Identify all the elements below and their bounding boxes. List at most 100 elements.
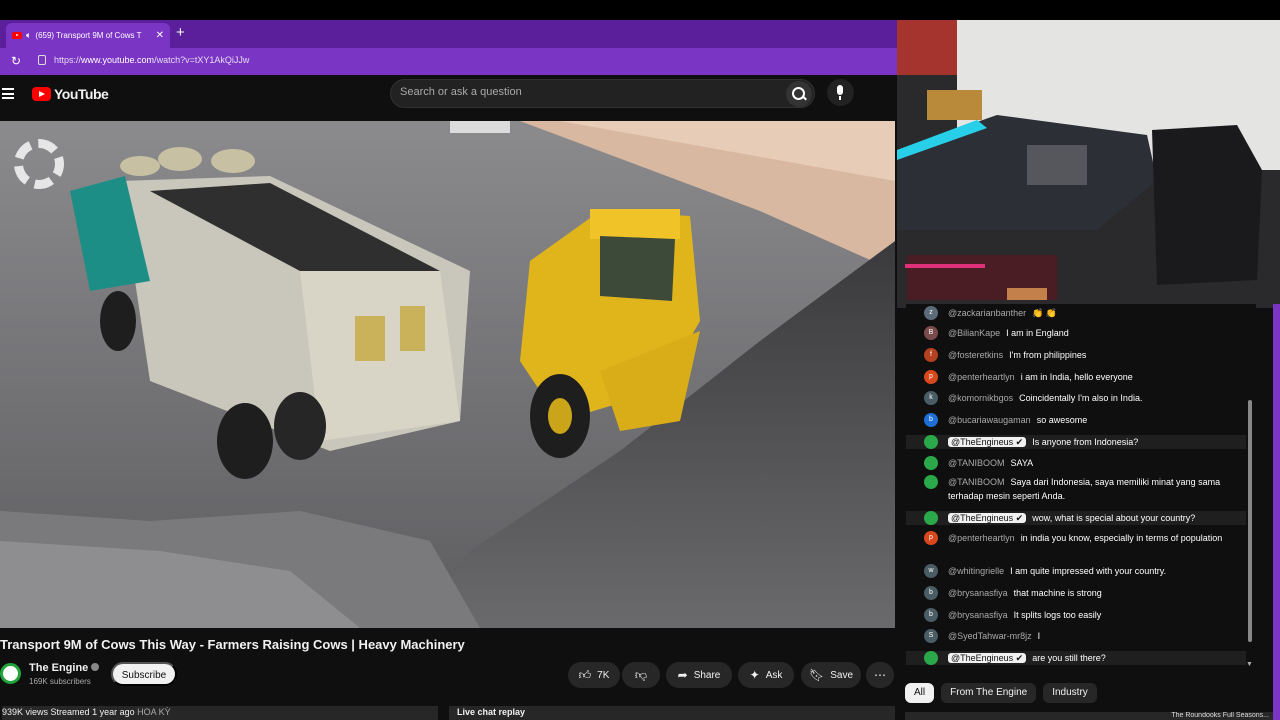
chat-message[interactable]: @TANIBOOM Saya dari Indonesia, saya memil… [906, 475, 1246, 503]
related-video-strip[interactable]: The Roundooks Full Seasons... [905, 712, 1273, 720]
channel-name-row[interactable]: The Engine [29, 662, 100, 674]
top-black-bar [0, 0, 1280, 20]
chat-avatar[interactable] [924, 456, 938, 470]
video-meta[interactable]: 939K views Streamed 1 year ago HOA KỲ [2, 706, 438, 720]
chat-message[interactable]: f @fosteretkins I'm from philippines [906, 348, 1246, 362]
chat-avatar[interactable] [924, 511, 938, 525]
chat-message[interactable]: p @penterheartlyn in india you know, espec… [906, 531, 1246, 545]
chat-author[interactable]: @penterheartlyn [948, 533, 1015, 543]
chat-author[interactable]: @brysanasfiya [948, 588, 1008, 598]
search-input[interactable] [400, 86, 770, 98]
chat-filter-chip[interactable]: Industry [1043, 683, 1097, 703]
chat-filter-chips: All From The Engine Industry [905, 683, 1097, 703]
live-chat-replay-header[interactable]: Live chat replay [449, 706, 895, 720]
chat-avatar[interactable]: b [924, 608, 938, 622]
menu-icon[interactable] [2, 88, 14, 99]
chat-author[interactable]: @whitingrielle [948, 566, 1004, 576]
chat-message[interactable]: w @whitingrielle I am quite impressed with… [906, 564, 1246, 578]
chat-filter-chip[interactable]: From The Engine [941, 683, 1037, 703]
speaker-icon[interactable]: 🔈︎ [26, 30, 31, 41]
url-text[interactable]: https://www.youtube.com/watch?v=tXY1AkQi… [54, 55, 249, 65]
chat-author[interactable]: @BilianKape [948, 328, 1000, 338]
thumbs-down-icon: 👎︎ [634, 667, 648, 682]
chat-avatar[interactable]: b [924, 413, 938, 427]
chat-text: that machine is strong [1013, 588, 1102, 598]
chat-message-body: @TANIBOOM SAYA [948, 456, 1228, 470]
chat-author[interactable]: @TANIBOOM [948, 458, 1004, 468]
chat-author[interactable]: @TheEngineus ✔ [948, 513, 1027, 523]
chat-message[interactable]: b @brysanasfiya that machine is strong [906, 586, 1246, 600]
chat-author[interactable]: @fosteretkins [948, 350, 1003, 360]
chat-filter-chip[interactable]: All [905, 683, 935, 703]
chat-avatar[interactable]: B [924, 326, 938, 340]
subscribe-button[interactable]: Subscribe [111, 662, 177, 686]
browser-tab[interactable]: 🔈︎ (659) Transport 9M of Cows T ✕ [6, 23, 170, 48]
dislike-button[interactable]: 👎︎ [622, 662, 660, 688]
youtube-logo-text: YouTube [54, 86, 109, 102]
chat-message[interactable]: b @bucariawaugaman so awesome [906, 413, 1246, 427]
chat-message-body: @TANIBOOM Saya dari Indonesia, saya memil… [948, 475, 1228, 503]
lock-icon[interactable] [38, 55, 46, 65]
address-bar: ↻ https://www.youtube.com/watch?v=tXY1Ak… [0, 48, 897, 75]
screen: { "browser": { "tab_title": "(659) Trans… [0, 0, 1280, 720]
chat-author[interactable]: @TheEngineus ✔ [948, 437, 1027, 447]
chat-author[interactable]: @komornikbgos [948, 393, 1013, 403]
chat-author[interactable]: @zackarianbanther [948, 308, 1026, 318]
chat-message[interactable]: S @SyedTahwar-mr8jz I [906, 629, 1246, 643]
video-frame [0, 121, 895, 628]
chat-avatar[interactable] [924, 435, 938, 449]
new-tab-button[interactable]: + [176, 24, 185, 41]
channel-avatar[interactable] [0, 663, 21, 684]
bookmark-icon: 🔖︎ [808, 668, 825, 682]
chat-text: Is anyone from Indonesia? [1032, 437, 1139, 447]
chat-avatar[interactable]: w [924, 564, 938, 578]
ask-button[interactable]: ✦ Ask [738, 662, 794, 688]
chat-message[interactable]: @TheEngineus ✔ wow, what is special about… [906, 511, 1246, 525]
chat-message[interactable]: z @zackarianbanther 👏 👏 [906, 306, 1246, 320]
search-icon[interactable] [786, 81, 812, 107]
chat-avatar[interactable]: b [924, 586, 938, 600]
reload-icon[interactable]: ↻ [11, 54, 21, 68]
chat-message[interactable]: p @penterheartlyn i am in India, hello eve… [906, 370, 1246, 384]
chat-author[interactable]: @TANIBOOM [948, 477, 1004, 487]
close-tab-icon[interactable]: ✕ [156, 30, 164, 41]
chat-text: are you still there? [1032, 653, 1106, 663]
chat-message[interactable]: @TheEngineus ✔ are you still there? [906, 651, 1246, 665]
scroll-down-icon[interactable]: ▼ [1246, 661, 1253, 668]
chat-avatar[interactable]: z [924, 306, 938, 320]
chat-avatar[interactable]: p [924, 531, 938, 545]
chat-message-body: @brysanasfiya It splits logs too easily [948, 608, 1228, 622]
youtube-logo[interactable]: YouTube [32, 86, 109, 102]
chat-scrollbar[interactable] [1248, 400, 1252, 642]
chat-avatar[interactable]: p [924, 370, 938, 384]
chat-message-body: @BilianKape I am in England [948, 326, 1228, 340]
chat-avatar[interactable]: f [924, 348, 938, 362]
chat-message-body: @penterheartlyn i am in India, hello ever… [948, 370, 1228, 384]
chat-author[interactable]: @brysanasfiya [948, 610, 1008, 620]
sparkle-icon: ✦ [749, 668, 760, 682]
location: HOA KỲ [137, 707, 171, 717]
chat-avatar[interactable] [924, 475, 938, 489]
chat-avatar[interactable] [924, 651, 938, 665]
chat-message[interactable]: k @komornikbgos Coincidentally I'm also in… [906, 391, 1246, 405]
share-button[interactable]: ➦ Share [666, 662, 732, 688]
chat-avatar[interactable]: S [924, 629, 938, 643]
save-label: Save [830, 669, 854, 681]
chat-message[interactable]: B @BilianKape I am in England [906, 326, 1246, 340]
chat-message[interactable]: b @brysanasfiya It splits logs too easily [906, 608, 1246, 622]
chat-author[interactable]: @SyedTahwar-mr8jz [948, 631, 1032, 641]
chat-text: 👏 👏 [1032, 308, 1058, 318]
chat-author[interactable]: @bucariawaugaman [948, 415, 1031, 425]
chat-message[interactable]: @TANIBOOM SAYA [906, 456, 1246, 470]
like-button[interactable]: 👍︎ 7K [568, 662, 620, 688]
channel-name[interactable]: The Engine [29, 662, 88, 674]
save-button[interactable]: 🔖︎ Save [801, 662, 861, 688]
chat-author[interactable]: @TheEngineus ✔ [948, 653, 1027, 663]
chat-avatar[interactable]: k [924, 391, 938, 405]
microphone-icon[interactable] [827, 79, 854, 106]
more-actions-button[interactable]: ⋯ [866, 662, 894, 688]
chat-message[interactable]: @TheEngineus ✔ Is anyone from Indonesia? [906, 435, 1246, 449]
chat-author[interactable]: @penterheartlyn [948, 372, 1015, 382]
thumbs-up-icon: 👍︎ [578, 667, 592, 682]
video-player[interactable] [0, 121, 895, 628]
